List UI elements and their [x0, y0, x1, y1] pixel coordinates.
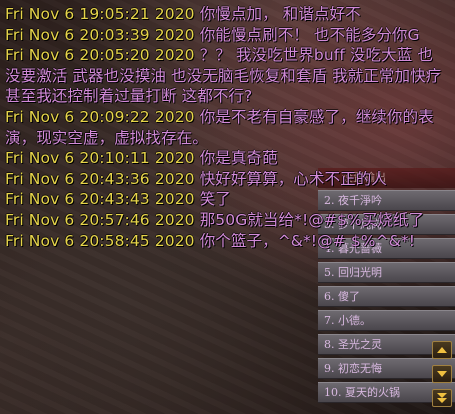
- chat-timestamp: Fri Nov 6 20:57:46 2020: [5, 210, 195, 229]
- chat-message: Fri Nov 6 20:10:11 2020 你是真奇葩: [5, 148, 445, 169]
- chat-message: Fri Nov 6 20:58:45 2020 你个篮子，^&*!@# $%^&…: [5, 231, 445, 252]
- chat-text: 你慢点加， 和谐点好不: [199, 5, 361, 23]
- chat-text: 你是真奇葩: [199, 149, 278, 168]
- chat-timestamp: Fri Nov 6 20:10:11 2020: [5, 149, 195, 168]
- chat-timestamp: Fri Nov 6 19:05:21 2020: [5, 5, 195, 23]
- chat-message: Fri Nov 6 20:05:20 2020 ？？ 我没吃世界buff 没吃大…: [5, 45, 445, 107]
- chat-text: 快好好算算，心术不正的人: [199, 169, 387, 188]
- chat-timestamp: Fri Nov 6 20:05:20 2020: [5, 46, 195, 65]
- chevron-down-icon[interactable]: [432, 365, 452, 383]
- chat-timestamp: Fri Nov 6 20:03:39 2020: [5, 25, 195, 44]
- chat-text: 笑了: [199, 190, 231, 209]
- chat-message: Fri Nov 6 20:57:46 2020 那50G就当给*!@#$%买烧纸…: [5, 210, 445, 231]
- chat-timestamp: Fri Nov 6 20:43:43 2020: [5, 190, 195, 209]
- chat-message: Fri Nov 6 20:43:43 2020 笑了: [5, 189, 445, 210]
- chat-message: Fri Nov 6 19:05:21 2020 你慢点加， 和谐点好不: [5, 4, 445, 25]
- raid-list-item[interactable]: 5. 回归光明: [318, 262, 455, 283]
- chat-text: 你能慢点刷不！ 也不能多分你G: [199, 25, 420, 44]
- chat-text: 你个篮子，^&*!@# $%^&*!: [199, 231, 416, 250]
- chat-timestamp: Fri Nov 6 20:58:45 2020: [5, 231, 195, 250]
- chat-message: Fri Nov 6 20:43:36 2020 快好好算算，心术不正的人: [5, 169, 445, 190]
- chat-log: Fri Nov 6 19:05:21 2020 你慢点加， 和谐点好不 Fri …: [5, 4, 445, 251]
- raid-list-item[interactable]: 6. 傻了: [318, 286, 455, 307]
- chat-message: Fri Nov 6 20:03:39 2020 你能慢点刷不！ 也不能多分你G: [5, 25, 445, 46]
- chat-timestamp: Fri Nov 6 20:09:22 2020: [5, 107, 195, 126]
- chevron-up-icon[interactable]: [432, 341, 452, 359]
- chat-text: 那50G就当给*!@#$%买烧纸了: [199, 210, 425, 229]
- double-chevron-down-icon[interactable]: [432, 389, 452, 407]
- chat-message: Fri Nov 6 20:09:22 2020 你是不老有自豪感了，继续你的表演…: [5, 107, 445, 148]
- chat-timestamp: Fri Nov 6 20:43:36 2020: [5, 169, 195, 188]
- raid-list-item[interactable]: 7. 小德。: [318, 310, 455, 331]
